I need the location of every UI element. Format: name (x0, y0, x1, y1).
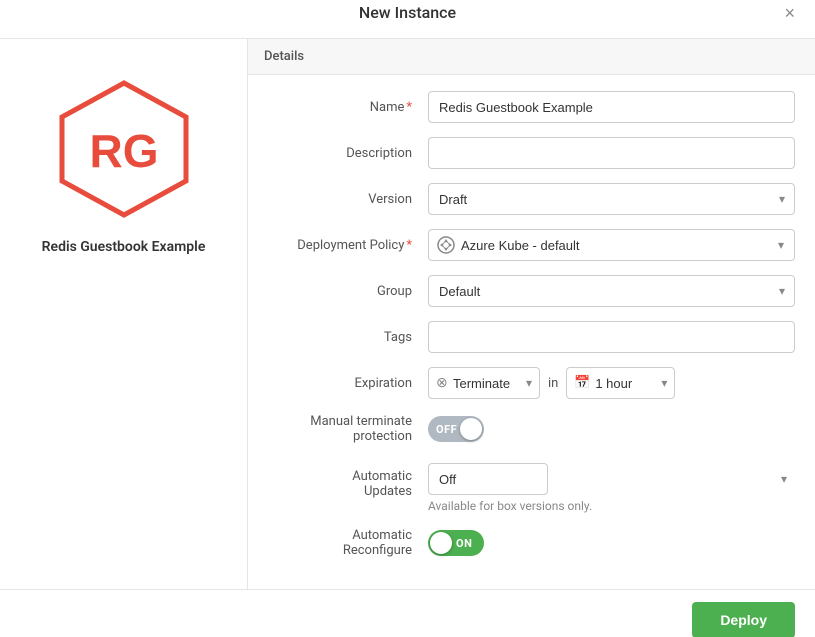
tags-row: Tags (268, 321, 795, 353)
auto-reconfigure-toggle-knob (430, 532, 452, 554)
manual-terminate-toggle-label: OFF (436, 423, 457, 436)
auto-updates-select[interactable]: Off On (428, 463, 548, 495)
auto-updates-note: Available for box versions only. (428, 499, 795, 513)
manual-terminate-toggle-knob (460, 418, 482, 440)
section-details-header: Details (248, 39, 815, 75)
modal-header: New Instance × (0, 0, 815, 39)
modal-body: RG Redis Guestbook Example Details Name* (0, 39, 815, 589)
new-instance-modal: New Instance × RG Redis Guestbook Exampl… (0, 0, 815, 637)
content-area: Details Name* Description (248, 39, 815, 589)
group-row: Group Default (268, 275, 795, 307)
deployment-policy-row: Deployment Policy* (268, 229, 795, 261)
sidebar: RG Redis Guestbook Example (0, 39, 248, 589)
expiration-time-wrapper: 📅 1 hour 2 hours 4 hours 8 hours 24 hour… (566, 367, 675, 399)
svg-text:RG: RG (89, 125, 158, 177)
manual-terminate-label: Manual terminate protection (268, 414, 428, 444)
expiration-action-select[interactable]: Terminate Stop (428, 367, 540, 399)
auto-updates-col: Off On Available for box versions only. (428, 463, 795, 513)
expiration-label: Expiration (268, 376, 428, 391)
name-required: * (406, 100, 412, 115)
auto-updates-select-wrapper: Off On (428, 463, 795, 495)
tags-input[interactable] (428, 321, 795, 353)
expiration-controls: ⊗ Terminate Stop in 📅 1 hour (428, 367, 795, 399)
tags-label: Tags (268, 330, 428, 345)
deployment-policy-select-wrapper: Azure Kube - default (428, 229, 795, 261)
auto-reconfigure-row: Automatic Reconfigure ON (268, 527, 795, 559)
auto-reconfigure-toggle-label: ON (456, 537, 472, 550)
name-input[interactable] (428, 91, 795, 123)
description-row: Description (268, 137, 795, 169)
sidebar-app-name: Redis Guestbook Example (42, 239, 206, 255)
group-select-wrapper: Default (428, 275, 795, 307)
version-row: Version Draft (268, 183, 795, 215)
version-label: Version (268, 192, 428, 207)
name-row: Name* (268, 91, 795, 123)
deployment-policy-select[interactable]: Azure Kube - default (455, 230, 794, 260)
expiration-row: Expiration ⊗ Terminate Stop in (268, 367, 795, 399)
deploy-button[interactable]: Deploy (692, 602, 795, 637)
auto-updates-label: Automatic Updates (268, 463, 428, 499)
version-select-wrapper: Draft (428, 183, 795, 215)
close-button[interactable]: × (780, 0, 799, 26)
name-label: Name* (268, 100, 428, 115)
hexagon-svg: RG (54, 79, 194, 219)
group-select[interactable]: Default (428, 275, 795, 307)
in-label: in (548, 376, 558, 391)
manual-terminate-toggle-wrapper: OFF (428, 416, 484, 442)
group-label: Group (268, 284, 428, 299)
form-area: Name* Description Version (248, 75, 815, 589)
modal-footer: Deploy (0, 589, 815, 637)
auto-reconfigure-toggle[interactable]: ON (428, 530, 484, 556)
description-input[interactable] (428, 137, 795, 169)
manual-terminate-toggle[interactable]: OFF (428, 416, 484, 442)
description-label: Description (268, 146, 428, 161)
auto-updates-row: Automatic Updates Off On Available for b… (268, 459, 795, 513)
app-logo-hexagon: RG (54, 79, 194, 219)
modal-title: New Instance (359, 3, 456, 22)
auto-reconfigure-toggle-wrapper: ON (428, 530, 484, 556)
manual-terminate-row: Manual terminate protection OFF (268, 413, 795, 445)
version-select[interactable]: Draft (428, 183, 795, 215)
modal-overlay: New Instance × RG Redis Guestbook Exampl… (0, 0, 815, 637)
deployment-required: * (406, 238, 412, 253)
expiration-action-wrapper: ⊗ Terminate Stop (428, 367, 540, 399)
auto-reconfigure-label: Automatic Reconfigure (268, 528, 428, 558)
app-logo-wrapper: RG (54, 79, 194, 219)
expiration-time-select[interactable]: 1 hour 2 hours 4 hours 8 hours 24 hours (566, 367, 675, 399)
deployment-policy-label: Deployment Policy* (268, 238, 428, 253)
kube-icon (437, 236, 455, 254)
